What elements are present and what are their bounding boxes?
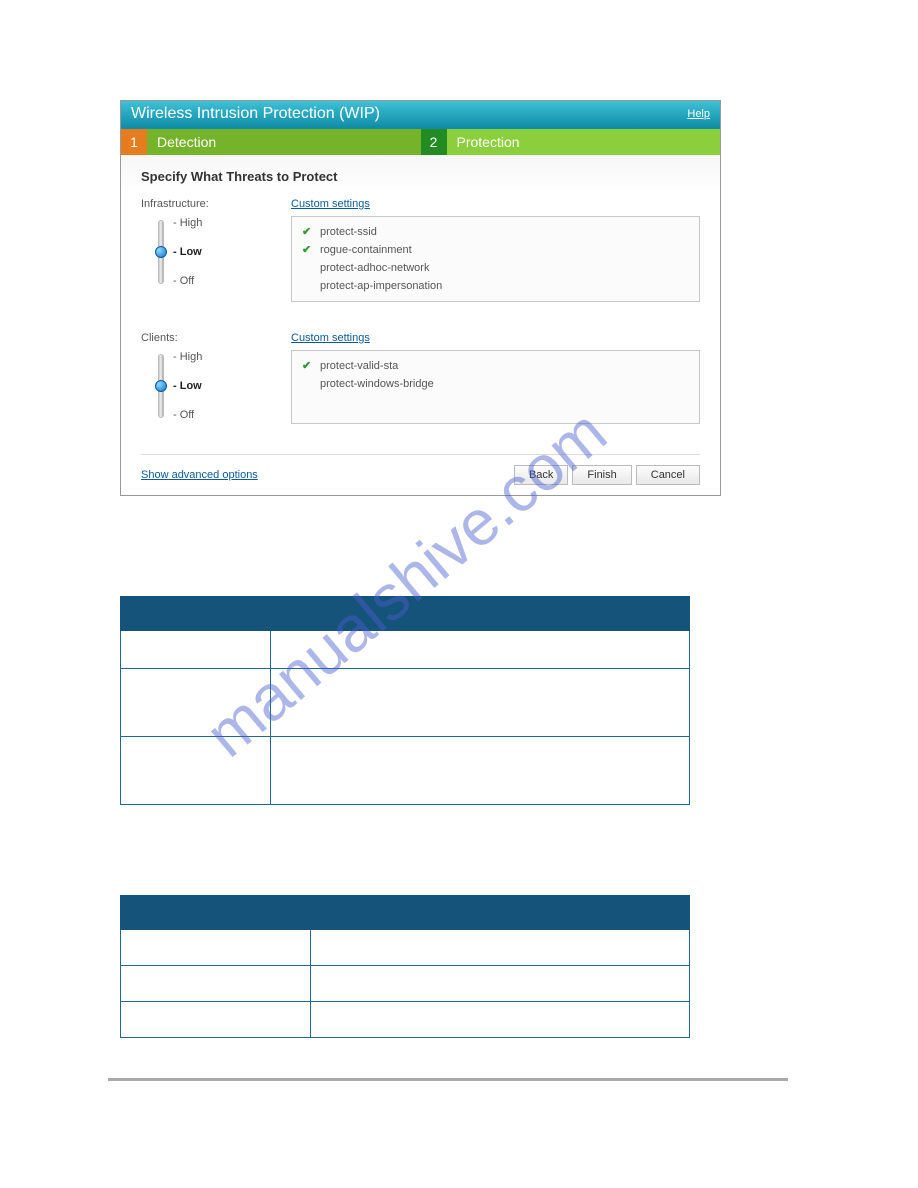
table-cell [311, 1002, 690, 1038]
help-link[interactable]: Help [687, 108, 710, 120]
finish-button[interactable]: Finish [572, 465, 631, 485]
table-cell [121, 737, 271, 805]
tab-label: Detection [147, 129, 226, 155]
table-cell [271, 669, 690, 737]
section-title: Specify What Threats to Protect [141, 169, 700, 184]
slider-low-label: - Low [173, 379, 202, 393]
check-icon: ✔ [302, 357, 314, 375]
tab-number: 1 [121, 129, 147, 155]
table-header [121, 896, 311, 930]
clients-slider[interactable]: - High - Low - Off [153, 350, 291, 422]
clients-custom-settings-link[interactable]: Custom settings [291, 332, 370, 344]
dialog-footer: Show advanced options Back Finish Cancel [141, 454, 700, 485]
table-cell [121, 631, 271, 669]
infrastructure-slider[interactable]: - High - Low - Off [153, 216, 291, 288]
feature-row: ✔ protect-ssid [302, 223, 689, 241]
dialog-title: Wireless Intrusion Protection (WIP) [131, 105, 380, 123]
feature-name: protect-adhoc-network [320, 259, 429, 277]
table-cell [121, 966, 311, 1002]
feature-row: protect-adhoc-network [302, 259, 689, 277]
tab-number: 2 [421, 129, 447, 155]
feature-row: protect-ap-impersonation [302, 277, 689, 295]
slider-off-label: - Off [173, 274, 202, 288]
dialog-titlebar: Wireless Intrusion Protection (WIP) Help [121, 101, 720, 129]
table-header [271, 597, 690, 631]
table-cell [311, 930, 690, 966]
page-divider [108, 1078, 788, 1081]
feature-name: protect-ssid [320, 223, 377, 241]
feature-name: protect-valid-sta [320, 357, 398, 375]
slider-high-label: - High [173, 350, 202, 364]
feature-name: rogue-containment [320, 241, 412, 259]
slider-high-label: - High [173, 216, 202, 230]
clients-label: Clients: [141, 332, 291, 344]
feature-name: protect-windows-bridge [320, 375, 434, 393]
tab-protection[interactable]: 2 Protection [421, 129, 721, 155]
reference-table-2 [120, 895, 690, 1038]
feature-row: ✔ rogue-containment [302, 241, 689, 259]
show-advanced-link[interactable]: Show advanced options [141, 469, 258, 481]
wip-dialog: Wireless Intrusion Protection (WIP) Help… [120, 100, 721, 496]
check-icon: ✔ [302, 241, 314, 259]
check-icon: ✔ [302, 223, 314, 241]
feature-row: protect-windows-bridge [302, 375, 689, 393]
table-cell [121, 669, 271, 737]
tab-detection[interactable]: 1 Detection [121, 129, 421, 155]
clients-feature-box: ✔ protect-valid-sta protect-windows-brid… [291, 350, 700, 424]
table-cell [121, 1002, 311, 1038]
tab-label: Protection [447, 129, 530, 155]
clients-group: Clients: - High - Low - Off [141, 332, 700, 424]
table-cell [121, 930, 311, 966]
slider-off-label: - Off [173, 408, 202, 422]
cancel-button[interactable]: Cancel [636, 465, 700, 485]
table-header [311, 896, 690, 930]
slider-thumb[interactable] [155, 380, 167, 392]
table-cell [311, 966, 690, 1002]
table-cell [271, 631, 690, 669]
table-header [121, 597, 271, 631]
reference-table-1 [120, 596, 690, 805]
slider-thumb[interactable] [155, 246, 167, 258]
slider-low-label: - Low [173, 245, 202, 259]
feature-name: protect-ap-impersonation [320, 277, 442, 295]
wizard-tabs: 1 Detection 2 Protection [121, 129, 720, 155]
table-cell [271, 737, 690, 805]
infrastructure-group: Infrastructure: - High - Low - Off [141, 198, 700, 302]
back-button[interactable]: Back [514, 465, 568, 485]
infra-custom-settings-link[interactable]: Custom settings [291, 198, 370, 210]
infra-feature-box: ✔ protect-ssid ✔ rogue-containment prote… [291, 216, 700, 302]
feature-row: ✔ protect-valid-sta [302, 357, 689, 375]
infrastructure-label: Infrastructure: [141, 198, 291, 210]
